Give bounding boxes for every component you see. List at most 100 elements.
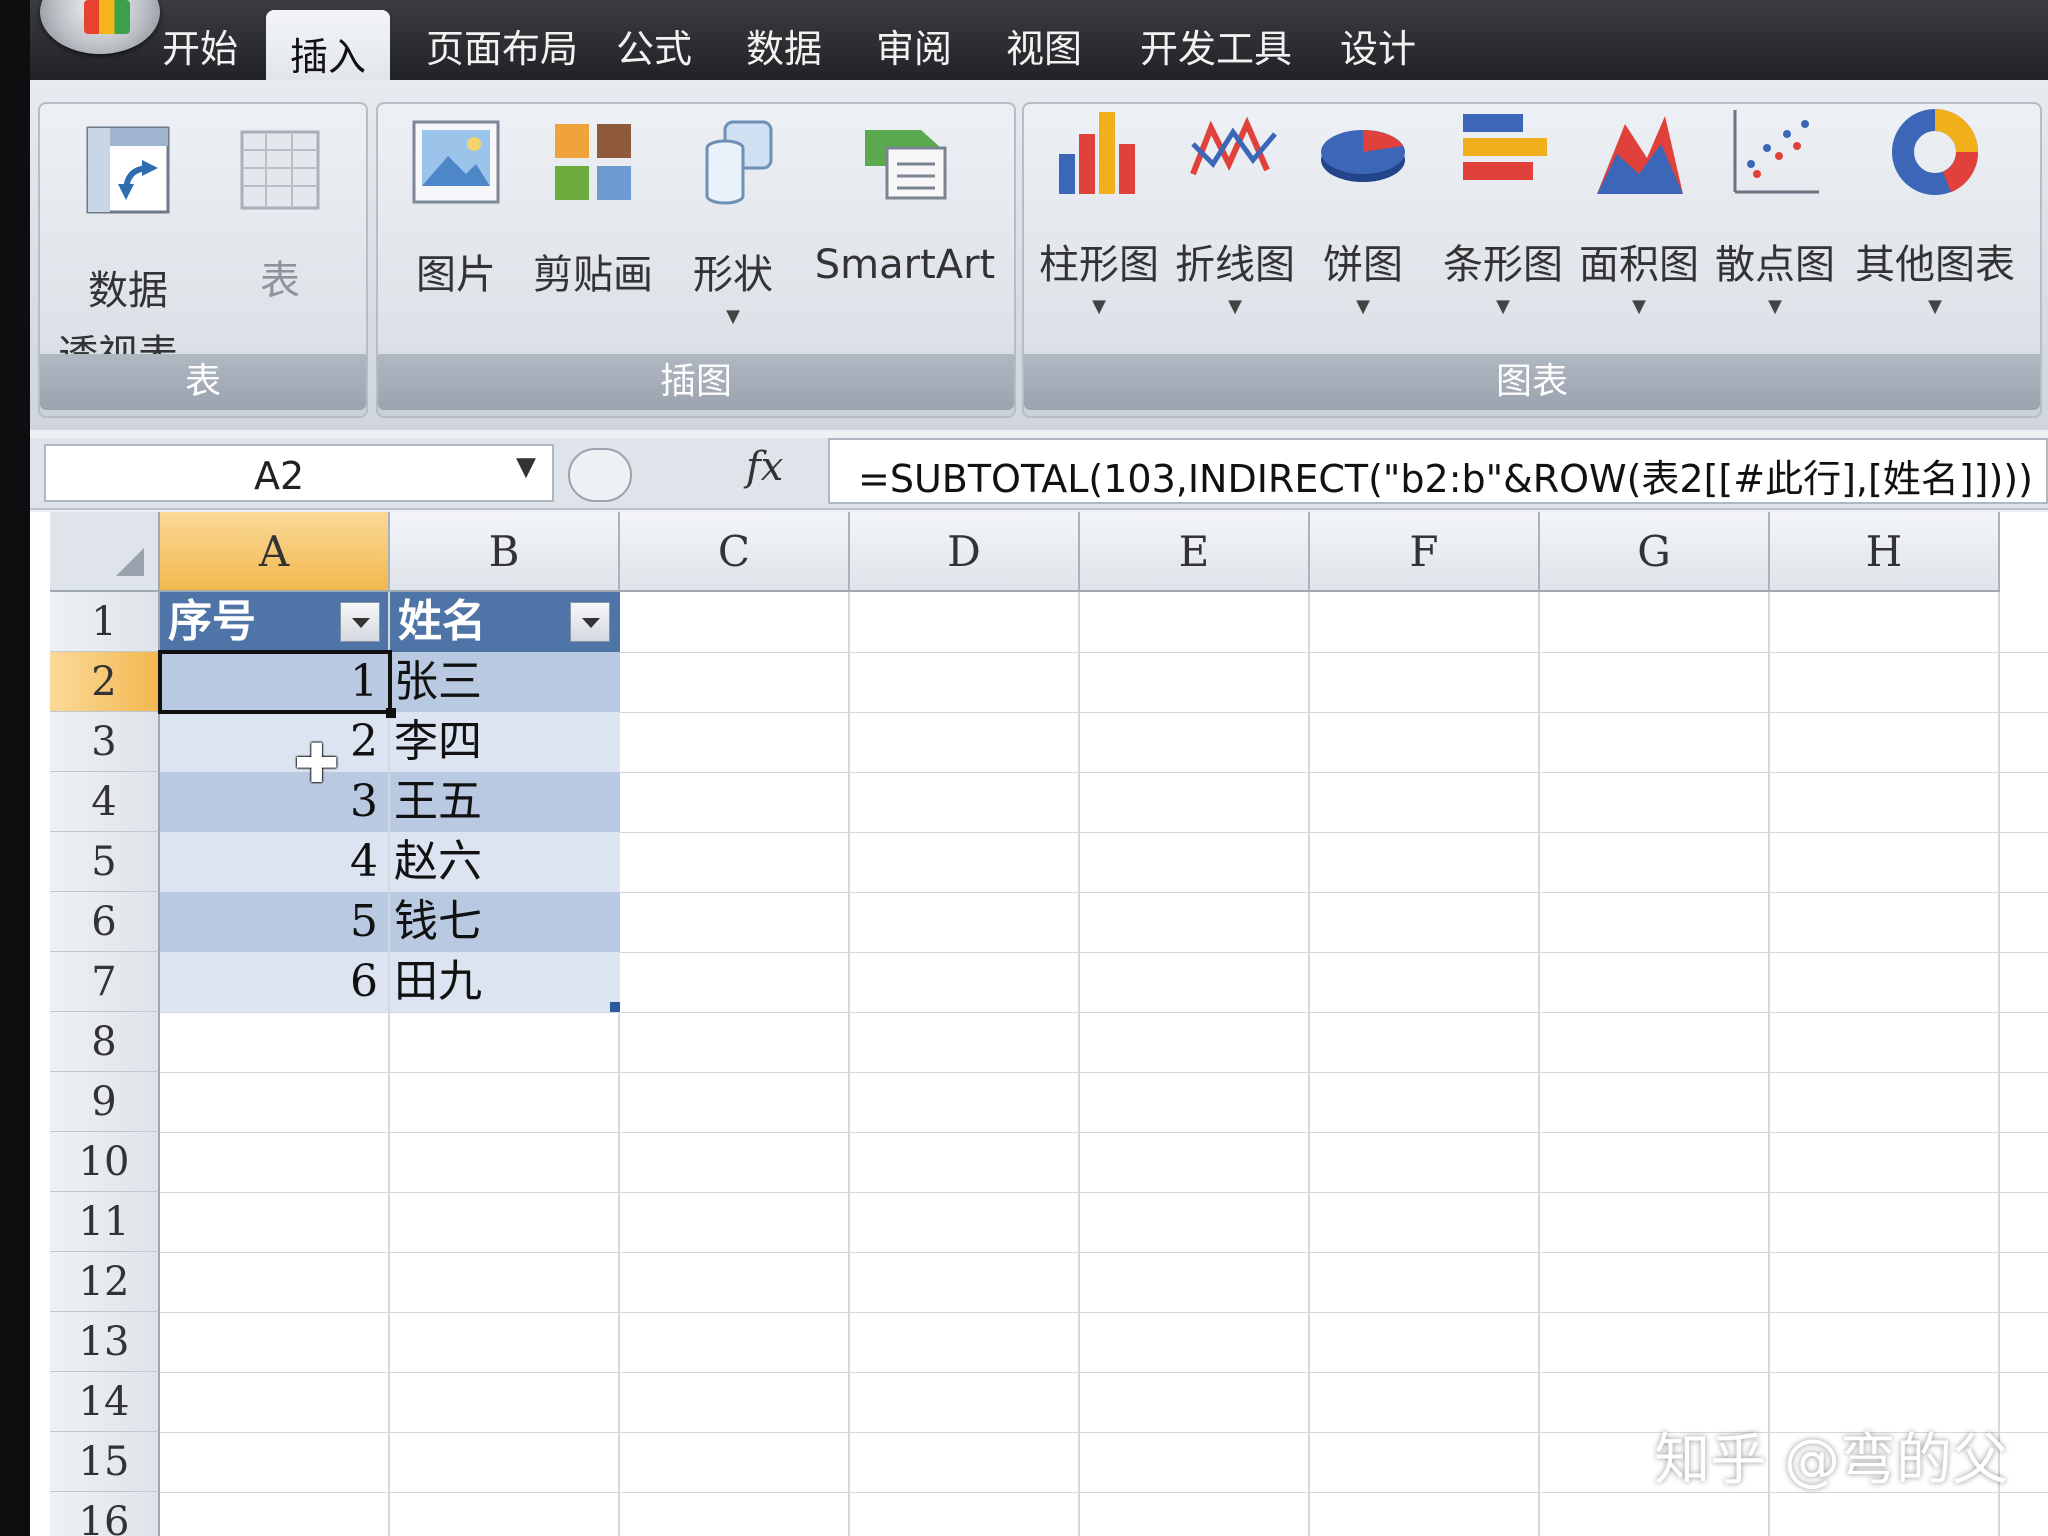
filter-dropdown-icon[interactable] <box>570 602 610 642</box>
column-header-a[interactable]: A <box>160 512 390 592</box>
tab-home[interactable]: 开始 <box>162 18 238 73</box>
picture-button[interactable]: 图片 <box>396 114 516 300</box>
row-header-13[interactable]: 13 <box>50 1312 160 1372</box>
table-cell-name[interactable]: 李四 <box>390 712 620 772</box>
row-header-3[interactable]: 3 <box>50 712 160 772</box>
filter-dropdown-icon[interactable] <box>340 602 380 642</box>
scatter-chart-dropdown-icon: ▼ <box>1768 296 1782 317</box>
row-header-9[interactable]: 9 <box>50 1072 160 1132</box>
line-chart-button[interactable]: 折线图 ▼ <box>1170 104 1300 317</box>
tab-review[interactable]: 审阅 <box>876 18 952 73</box>
pie-chart-label: 饼图 <box>1323 242 1403 288</box>
table-cell-name[interactable]: 钱七 <box>390 892 620 952</box>
cell-cursor-icon: ✚ <box>294 732 340 795</box>
pivot-table-button[interactable]: 数据 透视表 ▼ <box>58 122 205 380</box>
worksheet-grid[interactable]: A B C D E F G H 1 2 3 4 5 6 7 8 9 10 11 … <box>30 512 2048 1536</box>
table-cell-seq[interactable]: 4 <box>160 832 388 892</box>
table-button[interactable]: 表 <box>220 122 340 306</box>
gridline <box>160 1372 2048 1373</box>
pie-chart-button[interactable]: 饼图 ▼ <box>1308 104 1418 317</box>
bar-chart-dropdown-icon: ▼ <box>1496 296 1510 317</box>
bar-chart-button[interactable]: 条形图 ▼ <box>1438 104 1568 317</box>
row-header-14[interactable]: 14 <box>50 1372 160 1432</box>
row-header-5[interactable]: 5 <box>50 832 160 892</box>
row-header-16[interactable]: 16 <box>50 1492 160 1536</box>
table-cell-name[interactable]: 赵六 <box>390 832 620 892</box>
gridline <box>160 1192 2048 1193</box>
column-header-c[interactable]: C <box>620 512 850 592</box>
bar-chart-label: 条形图 <box>1443 242 1563 288</box>
office-button[interactable] <box>40 0 160 54</box>
line-chart-label: 折线图 <box>1175 242 1295 288</box>
gridline <box>160 1012 2048 1013</box>
tab-view[interactable]: 视图 <box>1006 18 1082 73</box>
formula-input[interactable]: =SUBTOTAL(103,INDIRECT("b2:b"&ROW(表2[[#此… <box>828 438 2048 504</box>
row-header-10[interactable]: 10 <box>50 1132 160 1192</box>
column-header-e[interactable]: E <box>1080 512 1310 592</box>
table-header-name[interactable]: 姓名 <box>390 592 620 652</box>
area-chart-icon <box>1591 104 1687 200</box>
group-charts-label: 图表 <box>1024 354 2040 410</box>
table-header-seq[interactable]: 序号 <box>160 592 388 652</box>
fill-handle[interactable] <box>386 708 396 718</box>
select-all-button[interactable] <box>50 512 160 592</box>
pivot-table-label-1: 数据 <box>88 268 168 314</box>
picture-icon <box>408 114 504 210</box>
gridline <box>1768 592 1770 1536</box>
row-header-2[interactable]: 2 <box>50 652 160 712</box>
column-chart-button[interactable]: 柱形图 ▼ <box>1034 104 1164 317</box>
area-chart-dropdown-icon: ▼ <box>1632 296 1646 317</box>
shapes-icon <box>685 114 781 210</box>
insert-function-icon[interactable]: fx <box>746 444 783 490</box>
gridline <box>848 592 850 1536</box>
table-icon <box>232 122 328 218</box>
tab-formulas[interactable]: 公式 <box>616 18 692 73</box>
shapes-button[interactable]: 形状 ▼ <box>678 114 788 327</box>
row-header-7[interactable]: 7 <box>50 952 160 1012</box>
table-button-label: 表 <box>260 258 300 304</box>
column-header-b[interactable]: B <box>390 512 620 592</box>
row-header-6[interactable]: 6 <box>50 892 160 952</box>
smartart-button[interactable]: SmartArt <box>810 114 1000 288</box>
formula-bar-splitter[interactable] <box>568 448 632 502</box>
formula-bar: A2 ▼ fx =SUBTOTAL(103,INDIRECT("b2:b"&RO… <box>30 438 2048 510</box>
clipart-button[interactable]: 剪贴画 <box>528 114 658 300</box>
name-box[interactable]: A2 ▼ <box>44 444 554 502</box>
table-cell-name[interactable]: 田九 <box>390 952 620 1012</box>
group-table: 数据 透视表 ▼ 表 表 <box>38 102 368 418</box>
line-chart-icon <box>1187 104 1283 200</box>
table-cell-seq[interactable]: 3 <box>160 772 388 832</box>
other-charts-button[interactable]: 其他图表 ▼ <box>1850 104 2020 317</box>
table-cell-seq[interactable]: 6 <box>160 952 388 1012</box>
row-header-1[interactable]: 1 <box>50 592 160 652</box>
area-chart-button[interactable]: 面积图 ▼ <box>1574 104 1704 317</box>
column-header-f[interactable]: F <box>1310 512 1540 592</box>
table-cell-name[interactable]: 王五 <box>390 772 620 832</box>
scatter-chart-button[interactable]: 散点图 ▼ <box>1710 104 1840 317</box>
tab-design[interactable]: 设计 <box>1340 18 1416 73</box>
scatter-chart-label: 散点图 <box>1715 242 1835 288</box>
name-box-value: A2 <box>254 454 305 498</box>
row-header-12[interactable]: 12 <box>50 1252 160 1312</box>
row-header-8[interactable]: 8 <box>50 1012 160 1072</box>
table-cell-seq[interactable]: 2 <box>160 712 388 772</box>
tab-developer[interactable]: 开发工具 <box>1140 18 1292 73</box>
table-header-name-label: 姓名 <box>398 596 486 647</box>
table-cell-name[interactable]: 张三 <box>390 652 620 712</box>
row-header-4[interactable]: 4 <box>50 772 160 832</box>
gridline <box>160 1252 2048 1253</box>
column-header-h[interactable]: H <box>1770 512 2000 592</box>
tab-data[interactable]: 数据 <box>746 18 822 73</box>
row-header-11[interactable]: 11 <box>50 1192 160 1252</box>
row-header-15[interactable]: 15 <box>50 1432 160 1492</box>
pivot-table-icon <box>80 122 176 218</box>
gridline <box>1078 592 1080 1536</box>
name-box-dropdown-icon[interactable]: ▼ <box>516 452 536 482</box>
table-resize-handle[interactable] <box>610 1002 620 1012</box>
tab-page-layout[interactable]: 页面布局 <box>426 18 578 73</box>
column-header-d[interactable]: D <box>850 512 1080 592</box>
column-chart-icon <box>1051 104 1147 200</box>
column-header-g[interactable]: G <box>1540 512 1770 592</box>
table-cell-seq[interactable]: 5 <box>160 892 388 952</box>
other-charts-label: 其他图表 <box>1855 242 2015 288</box>
